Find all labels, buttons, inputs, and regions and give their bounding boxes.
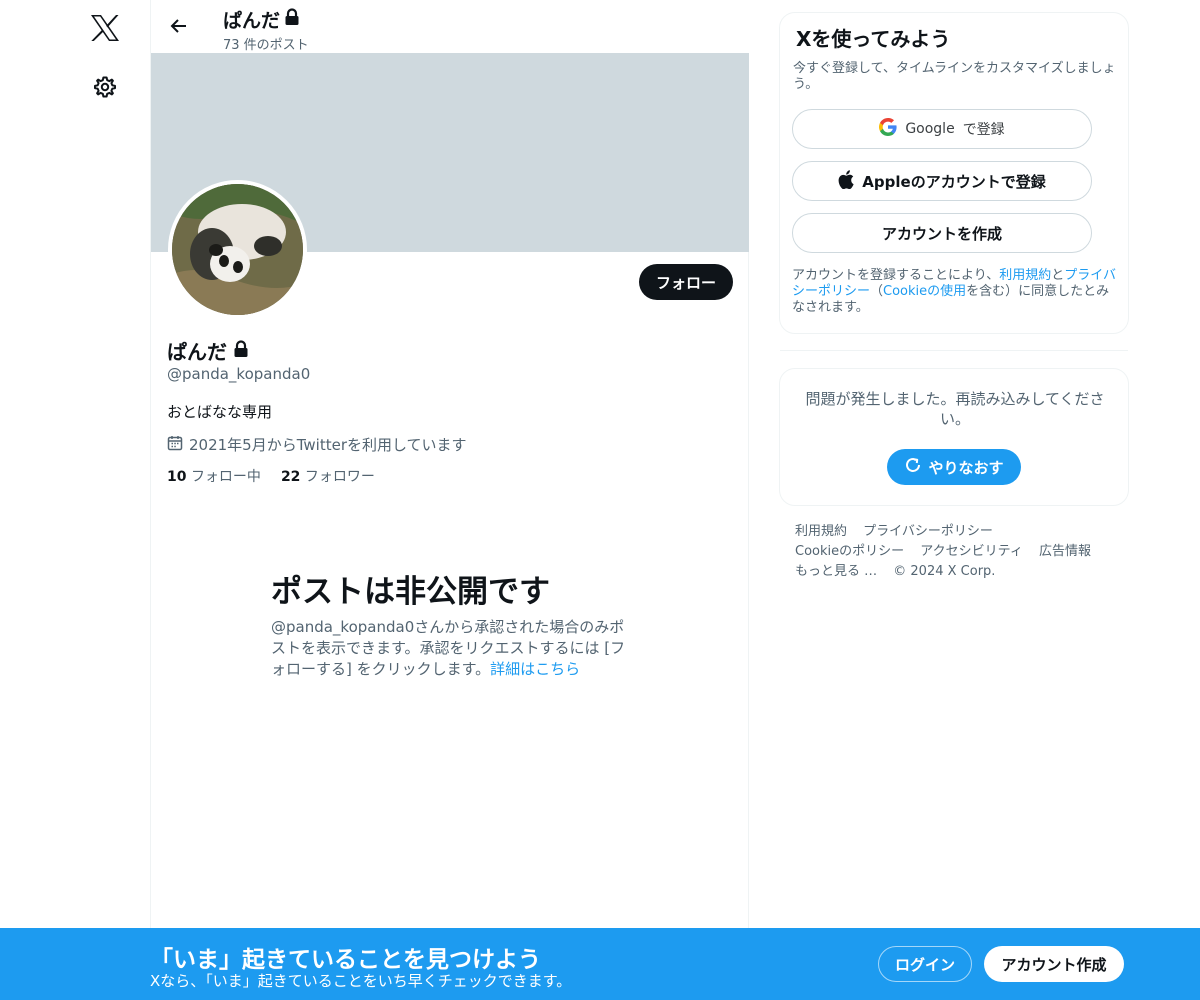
footer-link-ads[interactable]: 広告情報 (1039, 544, 1091, 559)
gear-icon[interactable] (85, 67, 125, 107)
followers-count: 22 (280, 469, 301, 485)
calendar-icon (167, 435, 183, 455)
private-title: ポストは非公開です (271, 574, 550, 610)
following-count: 10 (167, 469, 187, 485)
google-brand-label: Google (905, 121, 955, 137)
x-logo-icon[interactable] (85, 8, 125, 48)
error-message: 問題が発生しました。再読み込みしてください。 (805, 390, 1105, 428)
terms-link[interactable]: 利用規約 (999, 268, 1051, 283)
refresh-icon (904, 456, 922, 478)
cookie-link[interactable]: Cookieの使用 (883, 284, 966, 299)
bottom-bar-title: 「いま」起きていることを見つけよう (150, 947, 541, 973)
footer-link-terms[interactable]: 利用規約 (795, 524, 847, 539)
lock-icon (284, 8, 300, 31)
apple-icon (838, 169, 854, 193)
footer-link-accessibility[interactable]: アクセシビリティ (920, 544, 1023, 559)
apple-signup-button[interactable]: Appleのアカウントで登録 (792, 161, 1092, 201)
followers-label: フォロワー (304, 469, 375, 485)
footer-links: 利用規約 プライバシーポリシー Cookieのポリシー アクセシビリティ 広告情… (795, 522, 1125, 582)
header-title: ぱんだ (223, 6, 300, 33)
app-root: ぱんだ 73 件のポスト フォロー ぱんだ @panda_kopanda0 おと… (0, 0, 1200, 1000)
private-description: @panda_kopanda0さんから承認された場合のみポストを表示できます。承… (271, 617, 629, 680)
profile-handle: @panda_kopanda0 (167, 365, 311, 383)
follow-button[interactable]: フォロー (639, 264, 733, 300)
profile-stats: 10 フォロー中 22 フォロワー (167, 466, 375, 486)
followers-link[interactable]: 22 フォロワー (281, 466, 375, 486)
error-card: 問題が発生しました。再読み込みしてください。 やりなおす (779, 368, 1129, 506)
signup-terms: アカウントを登録することにより、利用規約とプライバシーポリシー（Cookieの使… (792, 268, 1122, 316)
retry-button[interactable]: やりなおす (887, 449, 1021, 485)
main-column: ぱんだ 73 件のポスト フォロー ぱんだ @panda_kopanda0 おと… (150, 0, 749, 1000)
signup-card: Xを使ってみよう 今すぐ登録して、タイムラインをカスタマイズしましょう。 Goo… (779, 12, 1129, 334)
following-label: フォロー中 (190, 469, 261, 485)
bottom-create-account-button[interactable]: アカウント作成 (984, 946, 1124, 982)
profile-display-name: ぱんだ (167, 340, 227, 364)
right-divider (780, 350, 1128, 351)
joined-text: 2021年5月からTwitterを利用しています (189, 436, 467, 454)
footer-link-more[interactable]: もっと見る … (795, 564, 877, 579)
login-button[interactable]: ログイン (878, 946, 972, 982)
left-rail (0, 0, 150, 1000)
bottom-signup-bar: 「いま」起きていることを見つけよう Xなら、「いま」起きていることをいち早くチェ… (0, 928, 1200, 1000)
header-name: ぱんだ (223, 10, 281, 32)
google-signup-button[interactable]: Google で登録 (792, 109, 1092, 149)
copyright: © 2024 X Corp. (893, 564, 996, 579)
signup-title: Xを使ってみよう (796, 27, 951, 51)
apple-signup-label: Appleのアカウントで登録 (862, 172, 1046, 191)
profile-name: ぱんだ (167, 336, 249, 365)
create-account-button[interactable]: アカウントを作成 (792, 213, 1092, 253)
google-icon (879, 118, 897, 140)
learn-more-link[interactable]: 詳細はこちら (490, 660, 580, 678)
lock-icon (233, 339, 249, 363)
footer-link-cookie[interactable]: Cookieのポリシー (795, 544, 904, 559)
signup-subtitle: 今すぐ登録して、タイムラインをカスタマイズしましょう。 (793, 61, 1116, 92)
profile-header: ぱんだ 73 件のポスト (151, 0, 749, 53)
bottom-bar-subtitle: Xなら、「いま」起きていることをいち早くチェックできます。 (150, 972, 572, 990)
retry-label: やりなおす (928, 458, 1004, 477)
google-suffix-label: で登録 (962, 122, 1005, 138)
terms-mid: （ (870, 284, 884, 299)
avatar[interactable] (168, 180, 307, 319)
back-arrow-icon[interactable] (163, 10, 195, 42)
profile-bio: おとばなな専用 (167, 403, 273, 421)
post-count: 73 件のポスト (223, 38, 309, 53)
terms-and: と (1051, 268, 1065, 283)
footer-link-privacy[interactable]: プライバシーポリシー (863, 524, 993, 539)
terms-prefix: アカウントを登録することにより、 (792, 268, 1000, 283)
profile-joined: 2021年5月からTwitterを利用しています (167, 434, 467, 455)
following-link[interactable]: 10 フォロー中 (167, 466, 261, 486)
